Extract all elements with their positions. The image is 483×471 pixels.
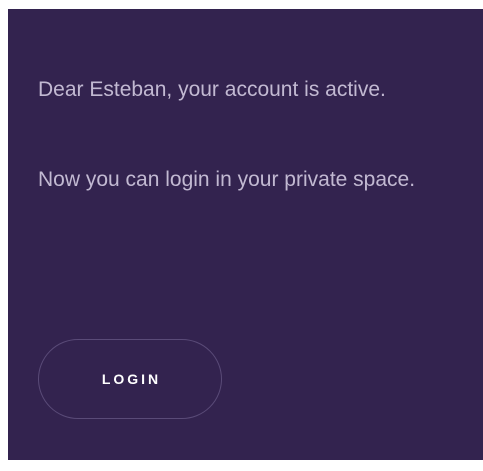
activation-message: Dear Esteban, your account is active. No… (38, 67, 478, 202)
instruction-text: Now you can login in your private space. (38, 168, 416, 191)
login-button-label: LOGIN (101, 371, 162, 387)
greeting-text: Dear Esteban, your account is active. (38, 78, 386, 101)
login-button[interactable]: LOGIN (38, 339, 222, 419)
account-activation-panel: Dear Esteban, your account is active. No… (8, 9, 483, 460)
